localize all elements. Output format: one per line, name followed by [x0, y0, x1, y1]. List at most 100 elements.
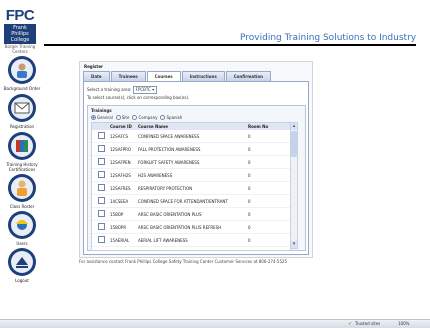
- header-room-no: Room No: [248, 124, 269, 129]
- scrollbar-thumb[interactable]: [291, 131, 297, 157]
- course-name: AERIAL LIFT AWARENESS: [138, 237, 188, 243]
- radio-dot[interactable]: [132, 115, 138, 120]
- radio-general[interactable]: General: [91, 115, 113, 120]
- course-name: CONFINED SPACE FOR ATTENDANT/ENTRANT: [138, 198, 228, 204]
- tab-confirmation[interactable]: Confirmation: [225, 71, 271, 81]
- course-name: ARSC BASIC ORIENTATION PLUS: [138, 211, 202, 217]
- table-row[interactable]: 12SAFRES RESPIRATORY PROTECTION 0: [92, 182, 290, 195]
- course-id: 12SAFH2S: [110, 172, 131, 178]
- table-row[interactable]: 14CSEEA CONFINED SPACE FOR ATTENDANT/ENTR…: [92, 195, 290, 208]
- person-icon: [8, 56, 36, 84]
- radio-company[interactable]: Company: [132, 115, 157, 120]
- nav-label: Training History Certifications: [6, 162, 38, 172]
- trainings-label: Trainings: [91, 108, 112, 113]
- radio-label: Spanish: [166, 115, 183, 120]
- table-row[interactable]: 12SAFH2S H2S AWARENESS 0: [92, 169, 290, 182]
- radio-label: Site: [121, 115, 130, 120]
- table-row[interactable]: 15AERIAL AERIAL LIFT AWARENESS 0: [92, 234, 290, 247]
- header-course-name: Course Name: [138, 124, 168, 129]
- room-no: 0: [248, 198, 251, 204]
- room-no: 0: [248, 159, 251, 165]
- radio-dot[interactable]: [115, 115, 121, 120]
- courses-table: Course ID Course Name Room No 12SAFCS CON…: [91, 122, 291, 251]
- panel-title: Register: [84, 64, 104, 69]
- nav-item-background-order[interactable]: Background Order: [0, 55, 44, 91]
- course-checkbox[interactable]: [97, 158, 105, 165]
- tab-date[interactable]: Date: [83, 71, 110, 81]
- assistance-footer: For assistance contact Frank Phillips Co…: [79, 259, 288, 264]
- course-name: H2S AWARENESS: [138, 172, 173, 178]
- radio-dot[interactable]: [91, 115, 96, 120]
- hard-hat-icon: [8, 211, 36, 239]
- table-row[interactable]: 12SAFPRO FALL PROTECTION AWARENESS 0: [92, 143, 290, 156]
- course-name: ARSC BASIC ORIENTATION PLUS REFRESH: [138, 224, 222, 230]
- course-id: 12SAFPRO: [110, 146, 132, 152]
- room-no: 0: [248, 185, 251, 191]
- course-id: 12SAFRES: [110, 185, 131, 191]
- room-no: 0: [248, 146, 251, 152]
- training-area-select[interactable]: FPCBTC ▾: [132, 86, 158, 94]
- room-no: 0: [248, 224, 251, 230]
- course-name: FALL PROTECTION AWARENESS: [138, 146, 201, 152]
- room-no: 0: [248, 133, 251, 139]
- nav-item-class-roster[interactable]: Class Roster: [0, 173, 44, 209]
- nav-label: Background Order: [3, 86, 41, 91]
- room-no: 0: [248, 237, 251, 243]
- nav-item-users[interactable]: Users: [0, 210, 44, 246]
- logo-text: FPC: [5, 7, 35, 24]
- header-select: [92, 123, 110, 130]
- books-icon: [8, 132, 36, 160]
- course-checkbox[interactable]: [97, 171, 105, 178]
- course-checkbox[interactable]: [97, 223, 105, 230]
- security-zone[interactable]: Trusted sites: [355, 321, 380, 326]
- course-checkbox[interactable]: [97, 145, 105, 152]
- trainings-group: Trainings General Site Company Spanish C…: [87, 105, 306, 251]
- logo-tagline: Borger Training Centers: [4, 44, 36, 54]
- training-area-label: Select a training area:: [87, 87, 132, 92]
- course-checkbox[interactable]: [97, 197, 105, 204]
- nav-label: Class Roster: [9, 204, 35, 209]
- logo-line1: Frank Phillips: [11, 25, 29, 37]
- radio-dot[interactable]: [160, 115, 166, 120]
- course-name: CONFINED SPACE AWARENESS: [138, 133, 200, 139]
- training-area-row: Select a training area: FPCBTC ▾: [87, 86, 158, 94]
- table-row[interactable]: 15BOP ARSC BASIC ORIENTATION PLUS 0: [92, 208, 290, 221]
- table-row[interactable]: 15BOPR ARSC BASIC ORIENTATION PLUS REFRES…: [92, 221, 290, 234]
- table-row[interactable]: 12SAFCS CONFINED SPACE AWARENESS 0: [92, 130, 290, 143]
- table-scrollbar[interactable]: ▴ ▾: [290, 122, 298, 249]
- tab-content: Select a training area: FPCBTC ▾ To sele…: [83, 81, 309, 255]
- radio-site[interactable]: Site: [115, 115, 130, 120]
- fpc-logo[interactable]: FPC Frank Phillips College Borger Traini…: [4, 7, 36, 54]
- tab-trainees[interactable]: Trainees: [110, 71, 146, 81]
- nav-item-logout[interactable]: Logout: [0, 247, 44, 283]
- nav-item-registration[interactable]: Registration: [0, 93, 44, 129]
- radio-spanish[interactable]: Spanish: [160, 115, 182, 120]
- header-divider: [44, 44, 416, 46]
- tab-bar: Date Trainees Courses Instructions Confi…: [83, 71, 272, 82]
- zoom-level[interactable]: 100%: [398, 321, 409, 326]
- person-icon: [8, 174, 36, 202]
- course-id: 14CSEEA: [110, 198, 129, 204]
- instructions-text: To select course(s), click on correspond…: [87, 95, 190, 100]
- logout-icon: [8, 248, 36, 276]
- radio-label: Company: [138, 115, 158, 120]
- training-area-value: FPCBTC: [135, 87, 151, 92]
- table-row[interactable]: 12SAFPEN FORKLIFT SAFETY AWARENESS 0: [92, 156, 290, 169]
- course-checkbox[interactable]: [97, 210, 105, 217]
- room-no: 0: [248, 211, 251, 217]
- scroll-down-icon[interactable]: ▾: [291, 241, 297, 248]
- header-title: Providing Training Solutions to Industry: [240, 33, 417, 43]
- chevron-down-icon: ▾: [152, 87, 155, 92]
- radio-label: General: [97, 115, 113, 120]
- nav-label: Users: [16, 241, 28, 246]
- course-checkbox[interactable]: [97, 236, 105, 243]
- tab-instructions[interactable]: Instructions: [181, 71, 225, 81]
- scroll-up-icon[interactable]: ▴: [291, 123, 297, 130]
- course-checkbox[interactable]: [97, 184, 105, 191]
- nav-item-training-history[interactable]: Training History Certifications: [0, 131, 44, 172]
- course-name: FORKLIFT SAFETY AWARENESS: [138, 159, 200, 165]
- logo-line2: College: [10, 37, 30, 43]
- course-checkbox[interactable]: [97, 132, 105, 139]
- table-header: Course ID Course Name Room No: [92, 123, 290, 130]
- header-course-id: Course ID: [110, 124, 132, 129]
